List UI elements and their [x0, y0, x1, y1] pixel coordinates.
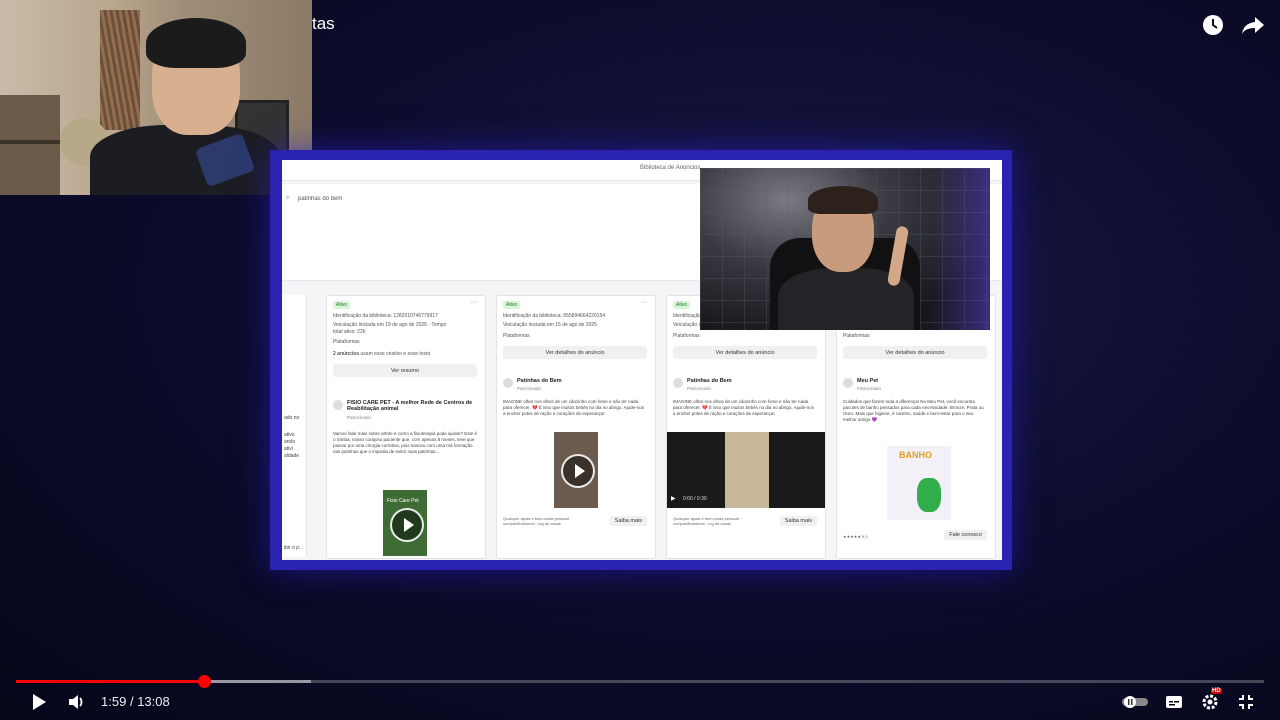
media-banner-label: BANHO [899, 450, 932, 460]
avatar [843, 378, 853, 388]
autoplay-toggle-icon[interactable] [1120, 690, 1150, 714]
more-options-icon[interactable]: ··· [640, 299, 647, 306]
stub-text: ativi [284, 446, 293, 452]
avatar [673, 378, 683, 388]
play-icon[interactable] [390, 508, 424, 542]
exit-fullscreen-icon[interactable] [1234, 690, 1258, 714]
multi-ads-note: 2 anúncios usam esse criativo e esse tex… [333, 351, 430, 357]
hd-badge: HD [1211, 688, 1222, 694]
start-date: Veiculação iniciada em 19 de ago de 2025… [333, 322, 447, 328]
stub-text: ibir o p... [284, 545, 304, 551]
view-summary-button[interactable]: Ver resumo [333, 364, 477, 377]
library-link[interactable]: Biblioteca de Anúncios [640, 165, 700, 171]
ad-video[interactable]: Fisio Care Pet [383, 490, 427, 556]
ad-card: Ativo ··· Identificação da biblioteca: 1… [326, 295, 486, 559]
status-badge: Ativo [333, 301, 351, 309]
dried-plant [100, 10, 140, 130]
learn-more-button[interactable]: Saiba mais [779, 516, 817, 526]
guest-hair [808, 186, 878, 214]
stub-text: ativo [284, 432, 295, 438]
start-date: Veiculação iniciada em 15 de ago de 2025 [503, 322, 597, 328]
green-dog-image [917, 478, 941, 512]
left-card-stub: ado no ativo ando ativi aldade ibir o p.… [282, 295, 307, 557]
view-ad-details-button[interactable]: Ver detalhes do anúncio [503, 346, 647, 359]
streamer-webcam [0, 0, 312, 195]
status-badge: Ativo [673, 301, 691, 309]
ad-footer: Qualquer ajuda é bem-vinda pessoal! · co… [503, 516, 572, 526]
active-time: total ativo: 22h [333, 329, 366, 335]
share-icon[interactable] [1240, 12, 1266, 38]
more-options-icon[interactable]: ··· [470, 299, 477, 306]
contact-us-button[interactable]: Fale conosco [944, 530, 987, 540]
media-brand-label: Fisio Care Pet [387, 498, 419, 504]
view-ad-details-button[interactable]: Ver detalhes do anúncio [843, 346, 987, 359]
volume-icon[interactable] [66, 690, 88, 714]
video-time: 0:00 / 0:30 [683, 496, 707, 502]
advertiser-name[interactable]: Patinhas do Bem [517, 378, 647, 384]
ad-video-player[interactable]: 0:00 / 0:30 ▶ [667, 432, 825, 508]
dog-video-frame [725, 432, 769, 508]
play-icon[interactable] [561, 454, 595, 488]
ad-body: IMAGINE olhar nos olhos de um cãozinho c… [503, 399, 644, 416]
sponsored-label: Patrocinado [687, 386, 712, 391]
progress-bar[interactable] [16, 675, 1264, 688]
stub-text: ando [284, 439, 296, 445]
video-title: tas [312, 14, 335, 33]
current-time: 1:59 [101, 694, 127, 709]
platforms-label: Plataformas [673, 333, 700, 339]
sponsored-label: Patrocinado [347, 415, 372, 420]
sponsored-label: Patrocinado [517, 386, 542, 391]
guest-webcam [700, 168, 990, 330]
clock-icon[interactable] [1200, 12, 1226, 38]
advertiser-name[interactable]: Meu Pet [857, 378, 987, 384]
stub-text: aldade [284, 453, 300, 459]
avatar [503, 378, 513, 388]
rating: ★★★★★ 5,0 [843, 534, 868, 539]
multi-ads-count: 2 anúncios [333, 351, 360, 357]
purple-light [930, 168, 990, 330]
ad-body: Cuidados que fazem toda a diferença! No … [843, 399, 984, 422]
library-id: Identificação da biblioteca: 65589466422… [503, 313, 606, 319]
streamer-hair [146, 18, 246, 68]
multi-ads-text: usam esse criativo e esse texto [360, 351, 431, 357]
ad-card: Ativo ··· Identificação da biblioteca: 6… [496, 295, 656, 559]
view-ad-details-button[interactable]: Ver detalhes do anúncio [673, 346, 817, 359]
ad-image[interactable]: BANHO [887, 446, 951, 520]
advertiser-name[interactable]: Patinhas do Bem [687, 378, 817, 384]
sponsored-label: Patrocinado [857, 386, 882, 391]
shelf-board [0, 140, 60, 144]
ad-card: Ativo Identificação da biblioteca Veicul… [666, 295, 826, 559]
learn-more-button[interactable]: Saiba mais [609, 516, 647, 526]
player-controls: 1:59 / 13:08 HD [0, 688, 1280, 716]
ad-footer: Qualquer ajuda é bem-vinda pessoal! · co… [673, 516, 742, 526]
time-display: 1:59 / 13:08 [101, 694, 170, 709]
shelf [0, 95, 60, 195]
platforms-label: Plataformas [843, 333, 870, 339]
duration: 13:08 [137, 694, 170, 709]
avatar [333, 400, 343, 410]
top-actions [1200, 12, 1266, 38]
ad-card: Plataformas Ver detalhes do anúncio Meu … [836, 295, 996, 559]
play-icon[interactable] [28, 690, 50, 714]
advertiser-name[interactable]: FISIO CARE PET - A melhor Rede de Centro… [347, 400, 477, 412]
scrubber-handle[interactable] [198, 675, 212, 688]
time-separator: / [129, 694, 134, 709]
mini-play-icon[interactable]: ▶ [671, 495, 676, 502]
ad-body: Vamos falar mais sobre artrite e como a … [333, 431, 477, 454]
captions-icon[interactable] [1162, 690, 1186, 714]
library-id: Identificação da biblioteca: 12820107467… [333, 313, 438, 319]
played-bar [16, 680, 205, 683]
stub-text: ado no [284, 415, 300, 421]
ad-body: IMAGINE olhar nos olhos de um cãozinho c… [673, 399, 814, 416]
search-input[interactable] [288, 192, 628, 206]
ad-video[interactable] [554, 432, 598, 508]
status-badge: Ativo [503, 301, 521, 309]
platforms-label: Plataformas [503, 333, 530, 339]
platforms-label: Plataformas [333, 339, 360, 345]
